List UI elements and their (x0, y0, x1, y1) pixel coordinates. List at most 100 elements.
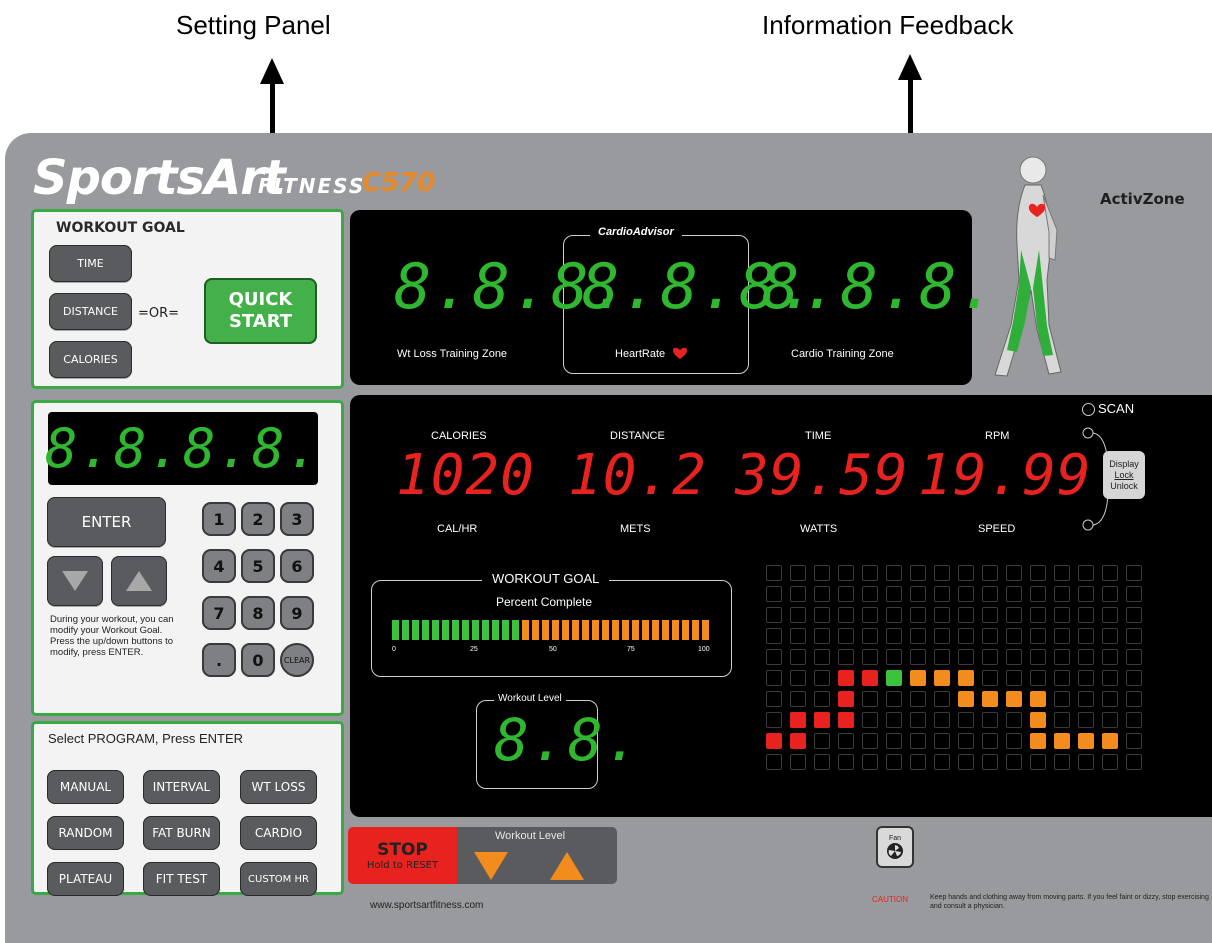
key-4[interactable]: 4 (202, 549, 236, 583)
key-2[interactable]: 2 (241, 502, 275, 536)
matrix-cell (1054, 670, 1070, 686)
matrix-cell (886, 691, 902, 707)
enter-button[interactable]: ENTER (47, 497, 166, 547)
matrix-cell (934, 712, 950, 728)
matrix-cell (934, 607, 950, 623)
matrix-cell (1054, 754, 1070, 770)
progress-segment (432, 620, 439, 640)
progress-segment (642, 620, 649, 640)
progress-segment (702, 620, 709, 640)
matrix-cell (886, 607, 902, 623)
matrix-cell (982, 712, 998, 728)
matrix-cell (1102, 586, 1118, 602)
program-custom-hr-button[interactable]: CUSTOM HR (240, 862, 317, 896)
matrix-cell (1102, 733, 1118, 749)
matrix-cell (910, 712, 926, 728)
progress-segment (462, 620, 469, 640)
heart-rate-label: HeartRate (615, 348, 666, 360)
program-manual-button[interactable]: MANUAL (47, 770, 124, 804)
distance-button[interactable]: DISTANCE (49, 293, 132, 330)
progress-tick-75: 75 (627, 646, 635, 653)
matrix-cell (934, 586, 950, 602)
matrix-cell (982, 691, 998, 707)
key-5[interactable]: 5 (241, 549, 275, 583)
key-dot[interactable]: . (202, 643, 236, 677)
key-8[interactable]: 8 (241, 596, 275, 630)
rpm-value: 19.99 (918, 443, 1092, 508)
matrix-cell (1006, 628, 1022, 644)
progress-segment (692, 620, 699, 640)
matrix-cell (886, 754, 902, 770)
program-plateau-button[interactable]: PLATEAU (47, 862, 124, 896)
up-button[interactable] (111, 556, 167, 606)
program-random-button[interactable]: RANDOM (47, 816, 124, 850)
body-figure-icon (994, 156, 1062, 377)
key-3[interactable]: 3 (280, 502, 314, 536)
key-1[interactable]: 1 (202, 502, 236, 536)
level-profile-matrix (766, 565, 1166, 777)
matrix-cell (814, 733, 830, 749)
matrix-cell (838, 565, 854, 581)
quick-start-button[interactable]: QUICK START (204, 278, 317, 344)
key-0[interactable]: 0 (241, 643, 275, 677)
clear-button[interactable]: CLEAR (280, 643, 314, 677)
progress-segment (682, 620, 689, 640)
matrix-cell (790, 565, 806, 581)
matrix-cell (814, 691, 830, 707)
progress-segment (522, 620, 529, 640)
matrix-cell (862, 670, 878, 686)
key-6[interactable]: 6 (280, 549, 314, 583)
matrix-cell (1006, 670, 1022, 686)
matrix-cell (838, 586, 854, 602)
matrix-cell (1126, 733, 1142, 749)
matrix-cell (1126, 670, 1142, 686)
matrix-cell (1006, 691, 1022, 707)
display-lock-line2: Lock (1114, 469, 1134, 480)
key-9[interactable]: 9 (280, 596, 314, 630)
matrix-cell (766, 607, 782, 623)
matrix-cell (934, 649, 950, 665)
progress-segment (562, 620, 569, 640)
quick-start-line1: QUICK (228, 289, 293, 310)
matrix-cell (790, 733, 806, 749)
program-cardio-button[interactable]: CARDIO (240, 816, 317, 850)
matrix-cell (1054, 628, 1070, 644)
calories-button[interactable]: CALORIES (49, 341, 132, 378)
progress-segment (502, 620, 509, 640)
matrix-cell (910, 565, 926, 581)
program-fit-test-button[interactable]: FIT TEST (143, 862, 220, 896)
matrix-cell (1030, 670, 1046, 686)
matrix-cell (1030, 691, 1046, 707)
matrix-cell (910, 649, 926, 665)
matrix-cell (1102, 607, 1118, 623)
fan-button[interactable]: Fan (876, 826, 914, 868)
level-down-icon[interactable] (472, 850, 510, 882)
speed-label: SPEED (978, 523, 1016, 535)
key-7[interactable]: 7 (202, 596, 236, 630)
program-wt-loss-button[interactable]: WT LOSS (240, 770, 317, 804)
matrix-cell (790, 649, 806, 665)
display-lock-button[interactable]: Display Lock Unlock (1103, 451, 1145, 499)
matrix-cell (958, 586, 974, 602)
program-fat-burn-button[interactable]: FAT BURN (143, 816, 220, 850)
matrix-cell (1006, 754, 1022, 770)
stop-label: STOP (377, 840, 428, 860)
website-label: www.sportsartfitness.com (370, 900, 484, 911)
cardio-zone-value: 8.8.8. (762, 250, 998, 323)
down-arrow-icon (62, 571, 88, 591)
down-button[interactable] (47, 556, 103, 606)
program-interval-button[interactable]: INTERVAL (143, 770, 220, 804)
progress-segment (512, 620, 519, 640)
matrix-cell (1054, 649, 1070, 665)
progress-tick-50: 50 (549, 646, 557, 653)
stop-button[interactable]: STOP Hold to RESET (348, 827, 457, 884)
matrix-cell (886, 586, 902, 602)
matrix-cell (1030, 712, 1046, 728)
matrix-cell (886, 733, 902, 749)
matrix-cell (838, 712, 854, 728)
matrix-cell (766, 670, 782, 686)
time-button[interactable]: TIME (49, 245, 132, 282)
matrix-cell (910, 628, 926, 644)
cal-hr-label: CAL/HR (437, 523, 478, 535)
level-up-icon[interactable] (548, 850, 586, 882)
